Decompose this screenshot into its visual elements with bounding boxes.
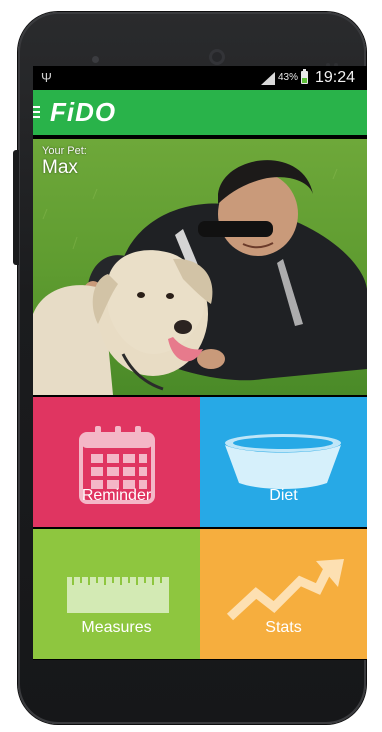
measures-label: Measures — [81, 619, 152, 636]
battery-percent: 43% — [278, 72, 299, 83]
usb-icon: Ψ — [41, 70, 52, 85]
front-camera — [209, 49, 225, 65]
diet-tile[interactable]: Diet — [200, 397, 367, 527]
diet-label: Diet — [269, 487, 298, 504]
phone-sensor-dot — [92, 56, 99, 63]
stats-label: Stats — [265, 619, 302, 636]
measures-tile[interactable]: Measures — [33, 529, 200, 659]
signal-icon — [261, 72, 275, 85]
trend-arrow-icon — [226, 559, 344, 621]
phone-screen: Ψ 43% 19:24 FiDO Your Pet: Max Reminder … — [33, 66, 367, 660]
pet-caption: Your Pet: — [42, 145, 87, 157]
battery-icon — [301, 69, 308, 84]
app-bar: FiDO — [33, 90, 367, 135]
status-clock: 19:24 — [315, 69, 356, 86]
pet-photo-banner[interactable]: Your Pet: Max — [33, 135, 367, 395]
ruler-icon — [67, 577, 169, 613]
pet-name: Max — [42, 157, 78, 178]
phone-side-button — [13, 150, 19, 265]
status-bar: Ψ 43% 19:24 — [33, 66, 367, 90]
reminder-label: Reminder — [81, 487, 152, 504]
phone-proximity-sensor — [326, 54, 346, 67]
menu-icon[interactable] — [33, 106, 40, 119]
reminder-tile[interactable]: Reminder — [33, 397, 200, 527]
bowl-icon — [225, 434, 341, 489]
app-title[interactable]: FiDO — [50, 97, 116, 128]
stats-tile[interactable]: Stats — [200, 529, 367, 659]
pet-photo — [33, 139, 367, 395]
